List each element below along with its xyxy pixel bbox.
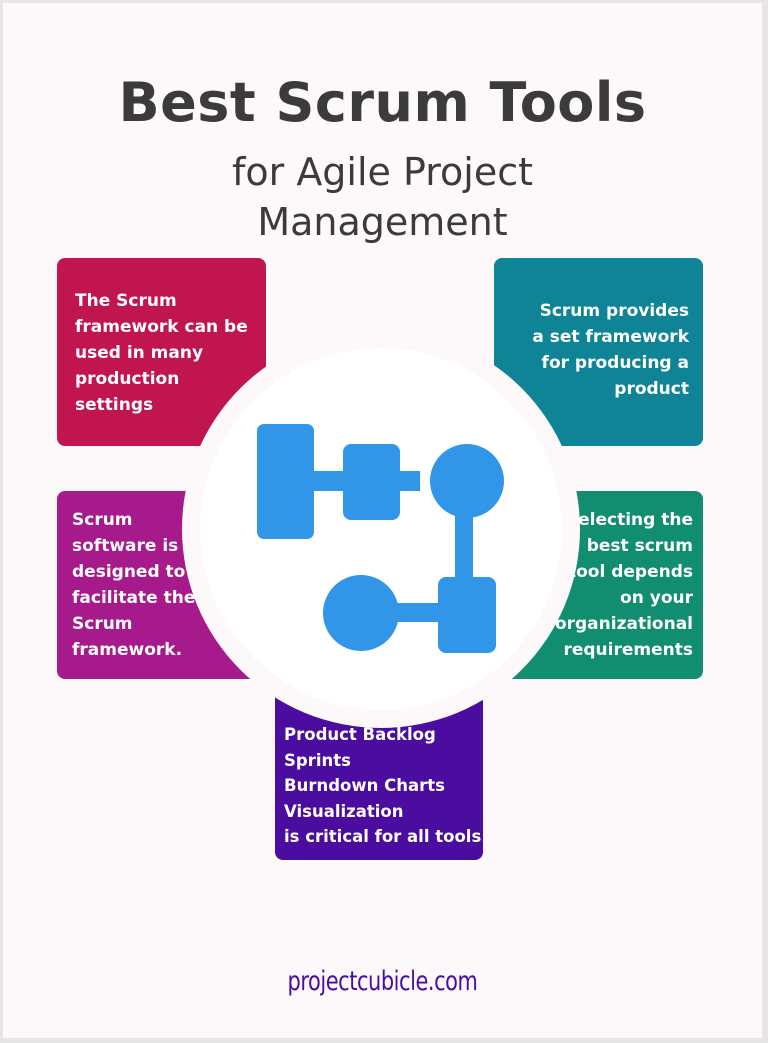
footer-site-link[interactable]: projectcubicle.com (56, 966, 709, 997)
subtitle-line-2: Management (257, 200, 508, 244)
process-block (438, 577, 496, 653)
node-circle (430, 444, 504, 518)
card-line: Scrum provides (539, 301, 689, 321)
page-title: Best Scrum Tools (118, 71, 647, 134)
card-line: Visualization (284, 801, 404, 821)
workflow-diagram-icon (257, 424, 504, 653)
card-line: The Scrum (75, 291, 177, 311)
card-text: Product Backlog Sprints Burndown Charts … (284, 722, 484, 850)
card-line: is critical for all tools (284, 827, 482, 846)
card-line: framework can be (75, 317, 248, 337)
process-block (343, 444, 400, 520)
card-line: Sprints (284, 750, 351, 770)
card-text: Scrum provides a set framework for produ… (499, 298, 689, 402)
page-subtitle: for Agile Project Management (3, 147, 762, 247)
card-line: a set framework (532, 327, 689, 347)
process-block (257, 424, 314, 539)
card-line: production (75, 369, 180, 389)
node-circle (323, 575, 399, 651)
card-line: Burndown Charts (284, 776, 445, 795)
subtitle-line-1: for Agile Project (231, 150, 534, 194)
infographic-page: Best Scrum Tools for Agile Project Manag… (3, 3, 762, 1038)
card-line: used in many (75, 343, 204, 363)
card-line: for producing a (541, 353, 689, 373)
